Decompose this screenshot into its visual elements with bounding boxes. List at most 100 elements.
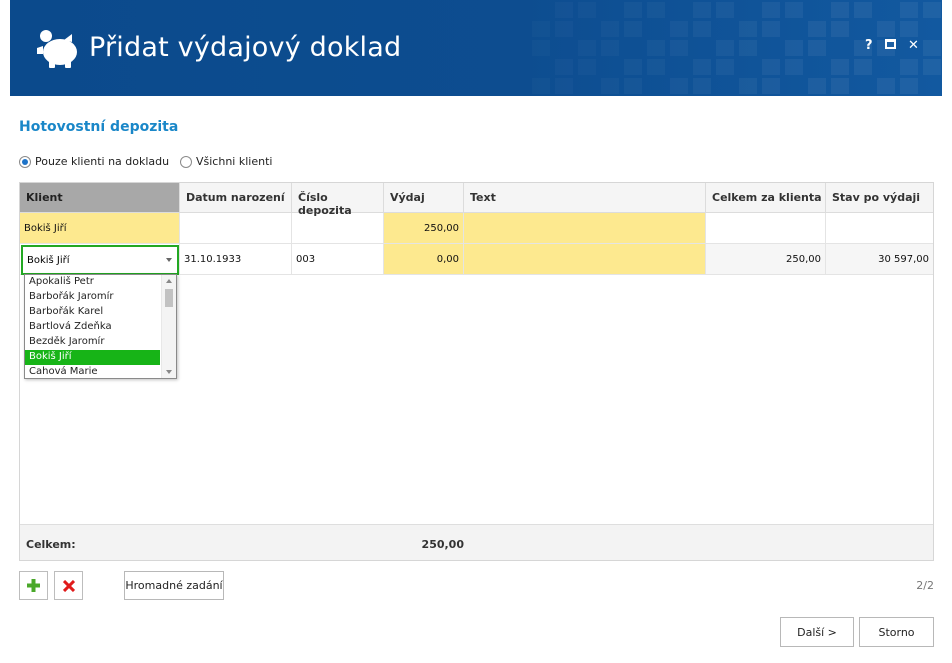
column-header-client[interactable]: Klient xyxy=(20,183,180,213)
list-item-selected[interactable]: Bokiš Jiří xyxy=(25,350,160,365)
total-label: Celkem: xyxy=(26,538,76,551)
header-tile xyxy=(739,40,757,56)
radio-checked-icon[interactable] xyxy=(19,155,31,168)
scroll-up-icon[interactable] xyxy=(166,279,172,283)
header-tile xyxy=(555,78,573,94)
header-tile xyxy=(555,59,573,75)
table-cell-text[interactable] xyxy=(464,213,706,244)
table-cell-expense[interactable]: 0,00 xyxy=(384,244,464,275)
client-dropdown-list[interactable]: Apokališ Petr Barbořák Jaromír Barbořák … xyxy=(24,274,177,379)
table-cell-total xyxy=(706,213,826,244)
window-title: Přidat výdajový doklad xyxy=(89,32,402,63)
column-header-text[interactable]: Text xyxy=(464,183,706,213)
header-tile xyxy=(716,2,734,18)
help-icon[interactable]: ? xyxy=(865,38,873,53)
close-icon[interactable]: ✕ xyxy=(908,38,919,53)
scroll-down-icon[interactable] xyxy=(166,370,172,374)
header-tile xyxy=(785,2,803,18)
header-tile xyxy=(601,21,619,37)
header-tile xyxy=(670,40,688,56)
radio-all-clients[interactable]: Všichni klienti xyxy=(180,155,272,168)
section-title: Hotovostní depozita xyxy=(19,119,179,135)
header-tile xyxy=(923,59,941,75)
table-cell-client[interactable]: Bokiš Jiří xyxy=(20,213,180,244)
scroll-thumb[interactable] xyxy=(165,289,173,307)
header-tile xyxy=(601,78,619,94)
list-item[interactable]: Bartlová Zdeňka xyxy=(25,320,160,335)
table-cell-expense[interactable]: 250,00 xyxy=(384,213,464,244)
column-header-deposit[interactable]: Číslo depozita xyxy=(292,183,384,217)
header-tile xyxy=(716,59,734,75)
header-tile xyxy=(624,2,642,18)
column-header-balance[interactable]: Stav po výdaji xyxy=(826,183,933,213)
header-tile xyxy=(693,21,711,37)
header-tile xyxy=(900,21,918,37)
header-tile xyxy=(762,78,780,94)
header-tile xyxy=(693,78,711,94)
header-tile xyxy=(532,78,550,94)
header-tile xyxy=(647,2,665,18)
client-combobox[interactable]: Bokiš Jiří xyxy=(21,245,179,275)
chevron-down-icon[interactable] xyxy=(166,258,172,262)
window-header: Přidat výdajový doklad ? ✕ xyxy=(10,0,942,96)
cancel-button[interactable]: Storno xyxy=(859,617,934,647)
header-tile xyxy=(555,21,573,37)
header-tile xyxy=(693,59,711,75)
header-tile xyxy=(555,2,573,18)
header-tile xyxy=(923,2,941,18)
header-tile xyxy=(578,2,596,18)
deposit-grid: Klient Datum narození Číslo depozita Výd… xyxy=(19,182,934,561)
header-decoration xyxy=(522,0,942,96)
header-tile xyxy=(624,21,642,37)
header-tile xyxy=(532,21,550,37)
header-tile xyxy=(900,59,918,75)
radio-label: Pouze klienti na dokladu xyxy=(35,155,170,168)
header-tile xyxy=(762,59,780,75)
header-tile xyxy=(578,59,596,75)
list-item[interactable]: Bezděk Jaromír xyxy=(25,335,160,350)
header-tile xyxy=(808,40,826,56)
table-cell-deposit[interactable] xyxy=(292,213,384,244)
list-item[interactable]: Barbořák Jaromír xyxy=(25,290,160,305)
header-tile xyxy=(808,21,826,37)
list-item[interactable]: Barbořák Karel xyxy=(25,305,160,320)
delete-row-button[interactable] xyxy=(54,571,83,600)
combobox-value: Bokiš Jiří xyxy=(27,255,70,266)
header-tile xyxy=(877,21,895,37)
piggy-bank-icon xyxy=(37,30,77,68)
header-tile xyxy=(900,78,918,94)
header-tile xyxy=(808,78,826,94)
header-tile xyxy=(578,40,596,56)
header-tile xyxy=(854,2,872,18)
header-tile xyxy=(900,2,918,18)
header-tile xyxy=(739,78,757,94)
table-cell-total: 250,00 xyxy=(706,244,826,275)
header-tile xyxy=(624,78,642,94)
list-item[interactable]: Apokališ Petr xyxy=(25,275,160,290)
table-cell-deposit[interactable]: 003 xyxy=(292,244,384,275)
column-header-total[interactable]: Celkem za klienta xyxy=(706,183,826,213)
header-tile xyxy=(923,40,941,56)
header-tile xyxy=(532,40,550,56)
header-tile xyxy=(877,78,895,94)
header-tile xyxy=(670,78,688,94)
add-row-button[interactable] xyxy=(19,571,48,600)
table-cell-balance xyxy=(826,213,933,244)
table-cell-birth[interactable]: 31.10.1933 xyxy=(180,244,292,275)
table-cell-text[interactable] xyxy=(464,244,706,275)
header-tile xyxy=(693,2,711,18)
table-cell-birth[interactable] xyxy=(180,213,292,244)
bulk-entry-button[interactable]: Hromadné zadání xyxy=(124,571,224,600)
table-cell-balance: 30 597,00 xyxy=(826,244,933,275)
column-header-expense[interactable]: Výdaj xyxy=(384,183,464,213)
list-item[interactable]: Cahová Marie xyxy=(25,365,160,380)
dropdown-scrollbar[interactable] xyxy=(161,275,176,378)
header-tile xyxy=(762,2,780,18)
maximize-icon[interactable] xyxy=(885,38,896,53)
next-button[interactable]: Další > xyxy=(780,617,854,647)
radio-unchecked-icon[interactable] xyxy=(180,155,192,168)
column-header-birth[interactable]: Datum narození xyxy=(180,183,292,213)
delete-icon xyxy=(62,579,75,592)
grid-total-row: Celkem: 250,00 xyxy=(20,524,933,560)
radio-only-clients[interactable]: Pouze klienti na dokladu xyxy=(19,155,169,168)
